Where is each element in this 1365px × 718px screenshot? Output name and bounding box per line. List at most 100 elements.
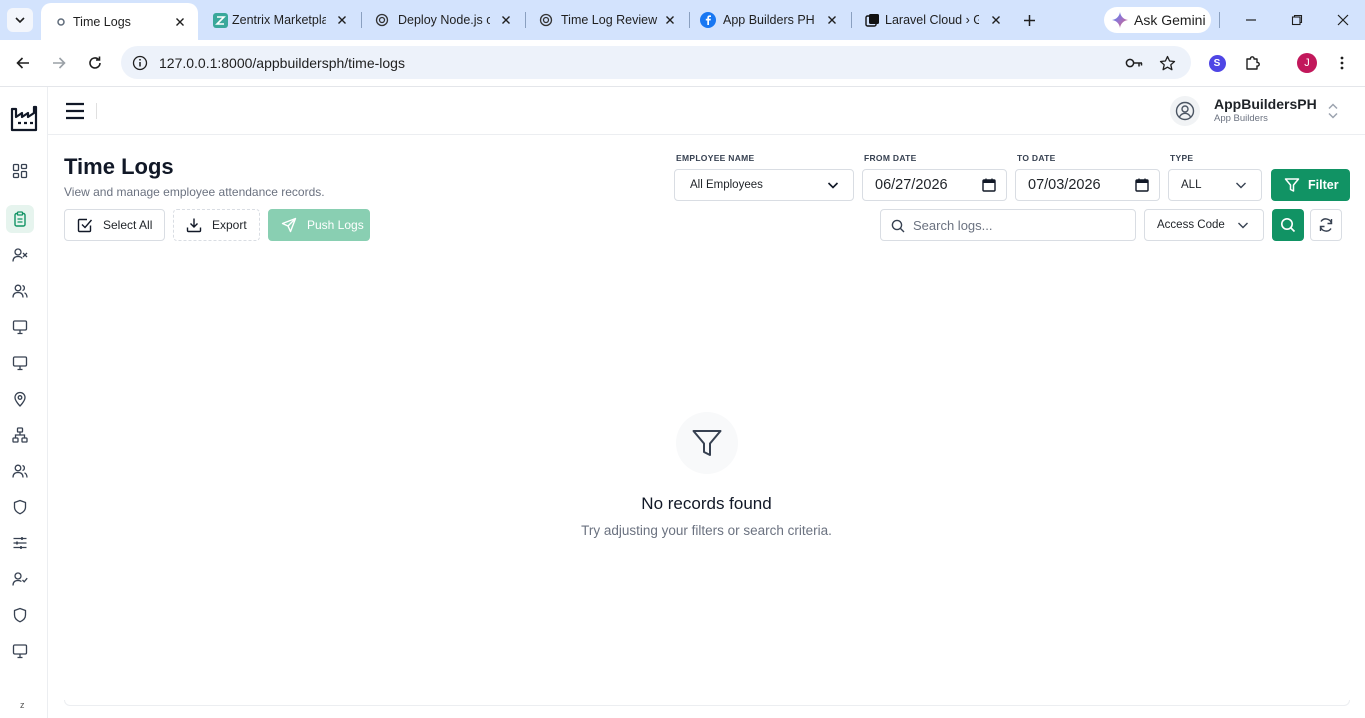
calendar-icon[interactable] bbox=[982, 178, 996, 192]
shield-icon bbox=[13, 607, 27, 623]
ask-gemini-label: Ask Gemini bbox=[1134, 12, 1206, 28]
send-icon bbox=[281, 217, 297, 233]
search-field-select[interactable]: Access Code bbox=[1144, 209, 1264, 241]
sidebar-item-devices[interactable] bbox=[6, 313, 34, 341]
monitor-icon bbox=[12, 644, 28, 659]
sidebar-item-departments[interactable] bbox=[6, 421, 34, 449]
users-icon bbox=[12, 464, 28, 478]
search-icon bbox=[1281, 218, 1296, 233]
users-icon bbox=[12, 284, 28, 298]
address-bar[interactable]: 127.0.0.1:8000/appbuildersph/time-logs bbox=[121, 46, 1191, 79]
extensions-button[interactable] bbox=[1243, 53, 1263, 73]
browser-menu-button[interactable] bbox=[1332, 53, 1352, 73]
employee-name-label: EMPLOYEE NAME bbox=[676, 153, 755, 163]
tab-search-button[interactable] bbox=[7, 8, 33, 32]
topbar-divider bbox=[96, 103, 97, 119]
type-select[interactable]: ALL bbox=[1168, 169, 1262, 201]
map-pin-icon bbox=[14, 391, 26, 407]
to-date-input[interactable]: 07/03/2026 bbox=[1015, 169, 1160, 201]
browser-tab-laravel-cloud[interactable]: Laravel Cloud › Ge bbox=[852, 0, 1014, 40]
site-info-icon[interactable] bbox=[131, 54, 149, 72]
tab-close-icon[interactable] bbox=[824, 12, 840, 28]
tab-title: Time Logs bbox=[73, 14, 131, 29]
tab-close-icon[interactable] bbox=[172, 14, 188, 30]
employee-name-select[interactable]: All Employees bbox=[674, 169, 854, 201]
export-label: Export bbox=[212, 218, 247, 232]
sidebar-item-terminals[interactable] bbox=[6, 349, 34, 377]
menu-icon[interactable] bbox=[64, 101, 86, 121]
refresh-icon bbox=[1319, 218, 1333, 232]
monitor-icon bbox=[12, 320, 28, 335]
extension-badge: S bbox=[1208, 54, 1226, 72]
back-button[interactable] bbox=[12, 52, 34, 74]
org-name[interactable]: AppBuildersPH bbox=[1214, 96, 1317, 112]
extension-s-button[interactable]: S bbox=[1207, 53, 1227, 73]
minimize-window-button[interactable] bbox=[1242, 11, 1260, 29]
org-avatar[interactable] bbox=[1170, 96, 1200, 126]
calendar-icon[interactable] bbox=[1135, 178, 1149, 192]
tab-close-icon[interactable] bbox=[988, 12, 1004, 28]
select-all-button[interactable]: Select All bbox=[64, 209, 165, 241]
sidebar-item-access-control[interactable] bbox=[6, 601, 34, 629]
ask-gemini-button[interactable]: Ask Gemini bbox=[1104, 7, 1211, 33]
user-check-icon bbox=[12, 572, 28, 586]
export-button[interactable]: Export bbox=[173, 209, 260, 241]
puzzle-icon bbox=[1246, 56, 1260, 70]
browser-tab-app-builders-ph[interactable]: App Builders PH bbox=[688, 0, 850, 40]
from-date-input[interactable]: 06/27/2026 bbox=[862, 169, 1007, 201]
sidebar-item-user-exclusions[interactable] bbox=[6, 241, 34, 269]
monitor-icon bbox=[12, 356, 28, 371]
reload-button[interactable] bbox=[84, 52, 106, 74]
refresh-button[interactable] bbox=[1310, 209, 1342, 241]
browser-tab-time-log-review[interactable]: Time Log Review bbox=[526, 0, 688, 40]
app-logo-icon[interactable] bbox=[10, 104, 38, 132]
search-icon bbox=[891, 219, 905, 233]
sidebar-item-locations[interactable] bbox=[6, 385, 34, 413]
to-date-value: 07/03/2026 bbox=[1028, 177, 1101, 193]
restore-window-button[interactable] bbox=[1288, 11, 1306, 29]
browser-tab-deploy-node[interactable]: Deploy Node.js on bbox=[362, 0, 524, 40]
sidebar-item-groups[interactable] bbox=[6, 457, 34, 485]
address-url: 127.0.0.1:8000/appbuildersph/time-logs bbox=[159, 55, 405, 71]
to-date-label: TO DATE bbox=[1017, 153, 1056, 163]
push-logs-button[interactable]: Push Logs bbox=[268, 209, 370, 241]
from-date-value: 06/27/2026 bbox=[875, 177, 948, 193]
sidebar-item-kiosk[interactable] bbox=[6, 637, 34, 665]
close-window-button[interactable] bbox=[1334, 11, 1352, 29]
tab-close-icon[interactable] bbox=[498, 12, 514, 28]
tab-title: Time Log Review bbox=[561, 13, 658, 27]
browser-tab-strip: Time Logs Zentrix Marketplace Deploy Nod… bbox=[0, 0, 1365, 40]
push-logs-label: Push Logs bbox=[307, 218, 364, 232]
profile-button[interactable]: J bbox=[1297, 53, 1317, 73]
tab-title: App Builders PH bbox=[723, 13, 815, 27]
password-key-icon[interactable] bbox=[1125, 54, 1143, 72]
chevron-down-icon bbox=[827, 179, 839, 191]
sidebar-item-dashboard[interactable] bbox=[6, 157, 34, 185]
type-label: TYPE bbox=[1170, 153, 1194, 163]
filter-button[interactable]: Filter bbox=[1271, 169, 1350, 201]
search-field-value: Access Code bbox=[1157, 219, 1225, 231]
chevron-down-icon bbox=[1237, 219, 1249, 231]
forward-button[interactable] bbox=[48, 52, 70, 74]
sidebar-item-employees[interactable] bbox=[6, 277, 34, 305]
browser-tab-zentrix[interactable]: Zentrix Marketplace bbox=[200, 0, 360, 40]
sidebar-item-approvals[interactable] bbox=[6, 565, 34, 593]
sidebar-item-time-logs[interactable] bbox=[6, 205, 34, 233]
search-field bbox=[880, 209, 1136, 241]
filter-label: Filter bbox=[1308, 178, 1339, 192]
tab-close-icon[interactable] bbox=[334, 12, 350, 28]
employee-name-value: All Employees bbox=[690, 179, 763, 191]
org-subtitle: App Builders bbox=[1214, 113, 1268, 124]
restore-icon bbox=[1291, 14, 1303, 26]
reload-icon bbox=[89, 56, 101, 69]
new-tab-button[interactable] bbox=[1018, 9, 1040, 31]
download-icon bbox=[186, 217, 202, 233]
bookmark-star-icon[interactable] bbox=[1158, 54, 1176, 72]
tab-close-icon[interactable] bbox=[662, 12, 678, 28]
arrow-left-icon bbox=[16, 57, 29, 69]
search-input[interactable] bbox=[913, 215, 1123, 235]
browser-tab-time-logs[interactable]: Time Logs bbox=[41, 3, 198, 40]
zentrix-favicon-icon bbox=[212, 12, 228, 28]
chevron-up-down-icon[interactable] bbox=[1326, 102, 1340, 120]
search-button[interactable] bbox=[1272, 209, 1304, 241]
